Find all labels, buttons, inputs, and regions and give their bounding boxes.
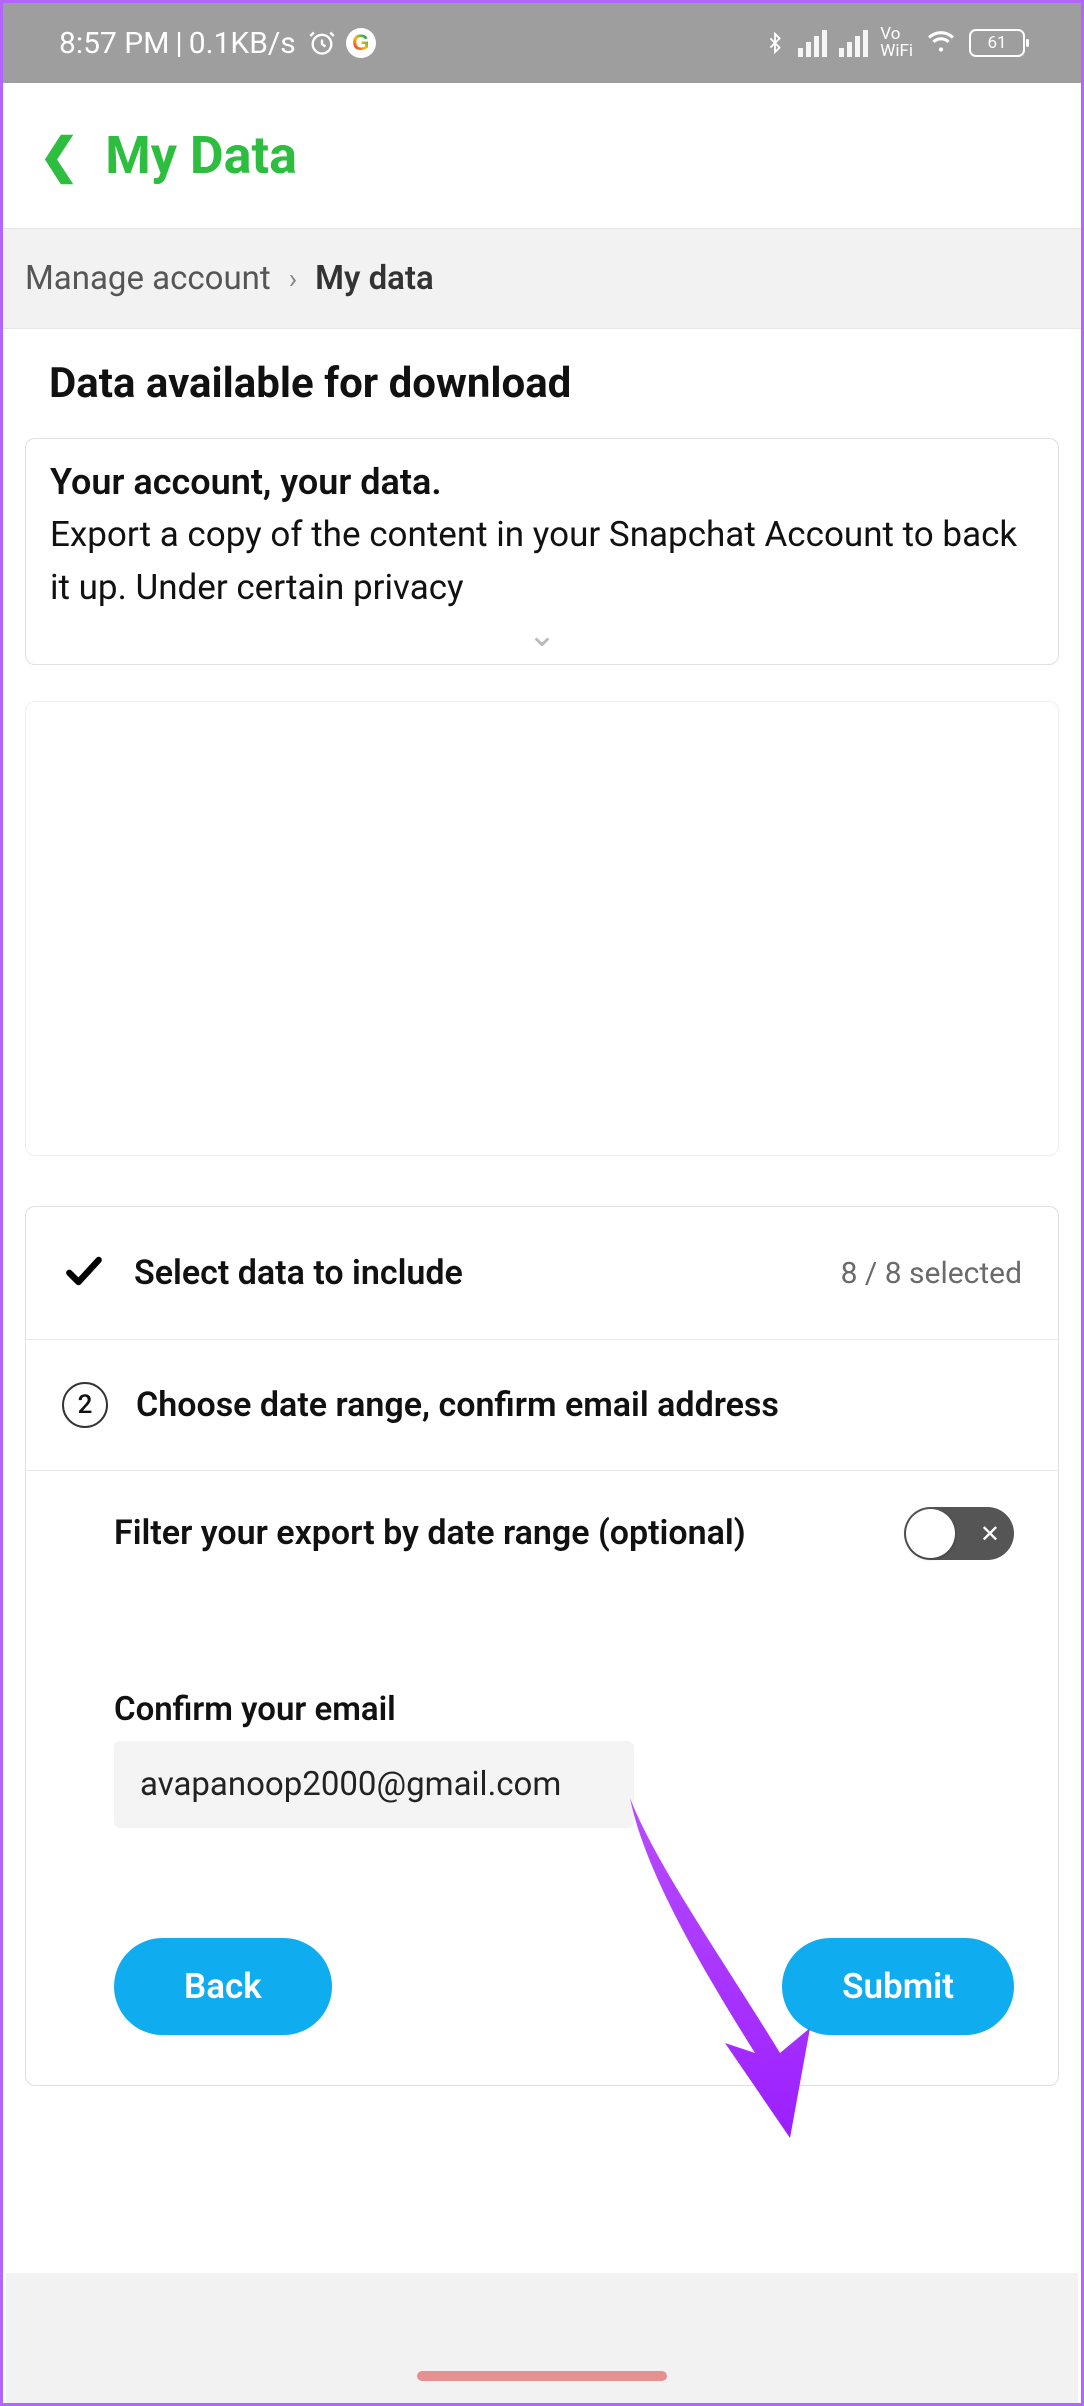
- step-1-label: Select data to include: [134, 1253, 813, 1293]
- signal-icon: [798, 30, 827, 57]
- step-1-meta: 8 / 8 selected: [841, 1256, 1022, 1291]
- date-filter-toggle[interactable]: ✕: [904, 1507, 1014, 1560]
- step-2-number: 2: [62, 1382, 108, 1428]
- close-icon: ✕: [980, 1520, 1000, 1548]
- step-2-label: Choose date range, confirm email address: [136, 1385, 1022, 1425]
- steps-card: Select data to include 8 / 8 selected 2 …: [25, 1206, 1059, 2086]
- vowifi-icon: Vo WiFi: [880, 26, 913, 60]
- submit-button[interactable]: Submit: [782, 1938, 1014, 2035]
- info-title: Your account, your data.: [50, 461, 1034, 503]
- breadcrumb: Manage account › My data: [3, 228, 1081, 329]
- confirm-email-label: Confirm your email: [114, 1690, 1014, 1729]
- battery-level: 61: [987, 33, 1006, 53]
- status-bar: 8:57 PM | 0.1KB/s G Vo WiFi: [3, 3, 1081, 83]
- wifi-icon: [925, 30, 957, 56]
- signal-icon: [839, 30, 868, 57]
- alarm-icon: [308, 29, 336, 57]
- bluetooth-icon: [764, 28, 786, 58]
- filter-label: Filter your export by date range (option…: [114, 1508, 746, 1559]
- chevron-right-icon: ›: [289, 262, 297, 295]
- back-button[interactable]: Back: [114, 1938, 332, 2035]
- step-2-body: Filter your export by date range (option…: [26, 1471, 1058, 2085]
- status-sep: |: [175, 26, 182, 61]
- battery-icon: 61: [969, 29, 1025, 57]
- breadcrumb-parent[interactable]: Manage account: [25, 259, 271, 298]
- step-2-row: 2 Choose date range, confirm email addre…: [26, 1340, 1058, 1471]
- info-body: Export a copy of the content in your Sna…: [50, 509, 1034, 614]
- nav-header: ❮ My Data: [3, 83, 1081, 228]
- status-time: 8:57 PM: [59, 26, 169, 61]
- home-indicator[interactable]: [417, 2371, 667, 2381]
- status-netspeed: 0.1KB/s: [189, 26, 296, 61]
- bottom-area: [6, 2273, 1078, 2403]
- breadcrumb-current: My data: [315, 259, 434, 298]
- back-icon[interactable]: ❮: [39, 127, 79, 184]
- vowifi-bottom: WiFi: [880, 43, 913, 60]
- check-icon: [62, 1249, 106, 1297]
- google-icon: G: [346, 28, 376, 58]
- section-heading: Data available for download: [3, 329, 1081, 438]
- page-title: My Data: [105, 125, 297, 186]
- chevron-down-icon[interactable]: ⌄: [50, 614, 1034, 652]
- email-field[interactable]: [114, 1741, 634, 1828]
- step-1-row[interactable]: Select data to include 8 / 8 selected: [26, 1207, 1058, 1340]
- empty-card: [25, 701, 1059, 1156]
- toggle-knob: [906, 1509, 955, 1558]
- info-card: Your account, your data. Export a copy o…: [25, 438, 1059, 665]
